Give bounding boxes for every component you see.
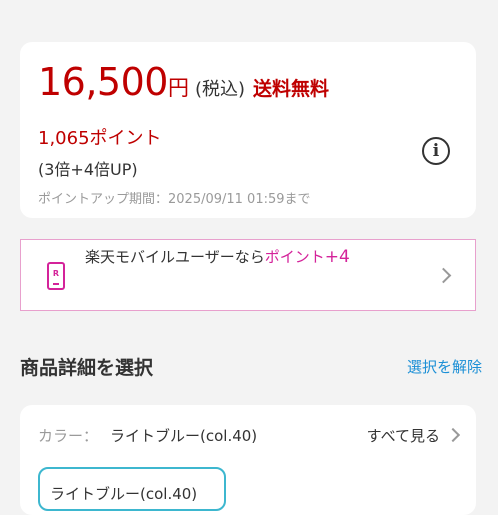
banner-points-label: ポイント — [264, 248, 325, 266]
svg-text:R: R — [53, 269, 59, 278]
clear-selection-link[interactable]: 選択を解除 — [407, 356, 482, 377]
section-title: 商品詳細を選択 — [20, 357, 154, 379]
info-icon[interactable]: i — [422, 137, 450, 165]
color-value: ライトブルー(col.40) — [110, 427, 258, 445]
price-card: 16,500円 (税込) 送料無料 1,065ポイント (3倍+4倍UP) ポイント… — [20, 42, 476, 218]
points-period: ポイントアップ期間：2025/09/11 01:59まで — [38, 192, 311, 207]
chevron-right-icon[interactable] — [445, 427, 461, 443]
banner-text: 楽天モバイルユーザーならポイント+4 — [85, 246, 350, 267]
variant-selector-card: カラー： ライトブルー(col.40) すべて見る ライトブルー(col.40) — [20, 405, 476, 515]
points-amount: 1,065ポイント — [38, 128, 162, 149]
points-rate: (3倍+4倍UP) — [38, 160, 138, 179]
see-all-link[interactable]: すべて見る — [367, 425, 440, 446]
color-label: カラー： — [38, 427, 99, 445]
tax-label: (税込) — [194, 79, 246, 100]
banner-points-plus: +4 — [324, 247, 350, 267]
rakuten-mobile-banner[interactable]: R 楽天モバイルユーザーならポイント+4 — [20, 239, 476, 311]
color-option-label: ライトブルー(col.40) — [50, 485, 198, 503]
color-option-chip[interactable]: ライトブルー(col.40) — [38, 467, 226, 511]
price-amount: 16,500 — [38, 60, 168, 104]
chevron-right-icon — [435, 267, 452, 284]
banner-text-main: 楽天モバイルユーザーなら — [85, 248, 265, 266]
price-unit: 円 — [167, 76, 189, 100]
price-row: 16,500円 (税込) 送料無料 — [38, 60, 329, 104]
free-shipping-label: 送料無料 — [253, 78, 330, 100]
phone-icon: R — [47, 262, 65, 290]
